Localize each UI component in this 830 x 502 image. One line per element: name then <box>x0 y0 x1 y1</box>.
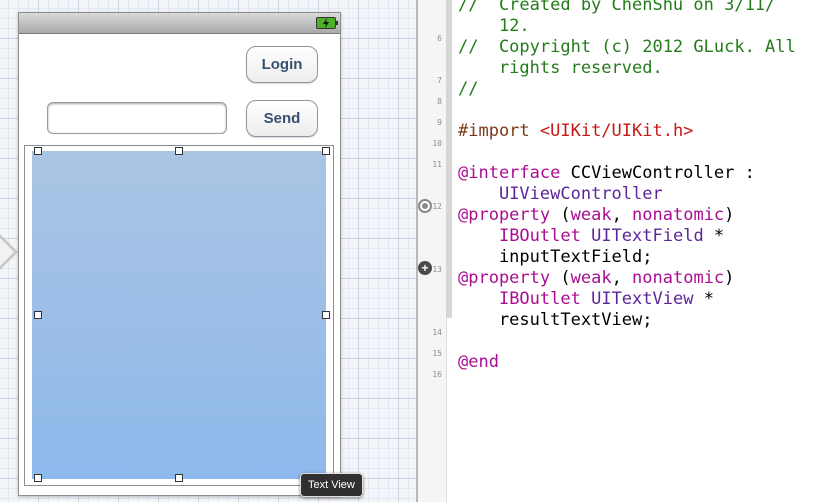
code-line[interactable]: @end <box>458 352 796 373</box>
resize-handle-right[interactable] <box>322 311 330 319</box>
resize-handle-top-right[interactable] <box>322 147 330 155</box>
code-line[interactable] <box>458 373 796 394</box>
code-line[interactable]: @property (weak, nonatomic) <box>458 205 796 226</box>
assistant-code-editor[interactable]: 6 7 8 9 10 11 12 13 14 15 16 + // Create… <box>418 0 830 502</box>
code-token: <UIKit/UIKit.h> <box>539 121 694 141</box>
code-line[interactable] <box>458 331 796 352</box>
login-button[interactable]: Login <box>246 46 318 83</box>
line-number: 12 <box>432 202 442 211</box>
code-token: @interface <box>458 163 561 183</box>
send-button[interactable]: Send <box>246 100 318 137</box>
line-number: 6 <box>437 34 442 43</box>
code-line[interactable]: rights reserved. <box>458 58 796 79</box>
code-token: // <box>458 79 479 99</box>
code-token: ) <box>724 268 735 288</box>
line-number: 10 <box>432 139 442 148</box>
code-token: IBOutlet <box>498 226 581 246</box>
code-token: @property <box>458 268 551 288</box>
code-token: ( <box>550 268 571 288</box>
code-token: #import <box>458 121 540 141</box>
line-number: 15 <box>432 349 442 358</box>
initial-scene-arrow-fill <box>0 238 14 266</box>
code-line[interactable]: IBOutlet UITextField * <box>458 226 796 247</box>
code-token: @property <box>458 205 551 225</box>
code-token: resultTextView; <box>458 310 653 330</box>
resize-handle-left[interactable] <box>34 311 42 319</box>
line-number-gutter: 6 7 8 9 10 11 12 13 14 15 16 + <box>418 0 447 502</box>
text-view-tooltip: Text View <box>300 473 363 497</box>
source-code[interactable]: // Created by ChenShu on 3/11/ 12.// Cop… <box>458 0 796 394</box>
code-token: IBOutlet <box>498 289 581 309</box>
line-number: 11 <box>432 160 442 169</box>
outlet-add-icon[interactable]: + <box>418 261 432 275</box>
code-token: // Copyright (c) 2012 GLuck. All <box>458 37 796 57</box>
change-indicator-bar <box>446 0 452 318</box>
code-token: , <box>611 205 633 225</box>
code-token: CCViewController : <box>560 163 755 183</box>
simulated-status-bar <box>19 13 340 34</box>
outlet-connected-icon[interactable] <box>418 199 432 213</box>
code-line[interactable]: inputTextField; <box>458 247 796 268</box>
resize-handle-bottom[interactable] <box>175 474 183 482</box>
code-token: rights reserved. <box>458 58 663 78</box>
line-number: 8 <box>437 97 442 106</box>
code-token: * <box>703 226 725 246</box>
line-number: 14 <box>432 328 442 337</box>
code-token: ) <box>724 205 735 225</box>
code-token: nonatomic <box>632 205 725 225</box>
resize-handle-top-left[interactable] <box>34 147 42 155</box>
code-token: 12. <box>458 16 530 36</box>
code-token: ( <box>550 205 571 225</box>
code-token: nonatomic <box>632 268 725 288</box>
result-text-view[interactable] <box>32 151 326 479</box>
code-token: UIViewController <box>498 184 663 204</box>
code-token: weak <box>570 268 612 288</box>
battery-charging-icon <box>316 17 338 29</box>
code-token: // Created by ChenShu on 3/11/ <box>458 0 776 15</box>
input-text-field[interactable] <box>47 102 227 134</box>
code-token: * <box>693 289 714 309</box>
code-line[interactable]: @property (weak, nonatomic) <box>458 268 796 289</box>
code-line[interactable]: #import <UIKit/UIKit.h> <box>458 121 796 142</box>
code-line[interactable]: // Copyright (c) 2012 GLuck. All <box>458 37 796 58</box>
code-line[interactable]: // <box>458 79 796 100</box>
code-token: inputTextField; <box>458 247 653 267</box>
code-line[interactable] <box>458 142 796 163</box>
code-token: UITextField <box>591 226 704 246</box>
code-line[interactable]: resultTextView; <box>458 310 796 331</box>
code-line[interactable] <box>458 100 796 121</box>
line-number: 7 <box>437 76 442 85</box>
resize-handle-bottom-left[interactable] <box>34 474 42 482</box>
code-line[interactable]: UIViewController <box>458 184 796 205</box>
view-controller-scene[interactable]: Login Send <box>18 12 341 496</box>
code-line[interactable]: IBOutlet UITextView * <box>458 289 796 310</box>
code-line[interactable]: // Created by ChenShu on 3/11/ <box>458 0 796 16</box>
line-number: 16 <box>432 370 442 379</box>
text-view-selection-frame[interactable] <box>24 145 334 486</box>
line-number: 9 <box>437 118 442 127</box>
code-token: , <box>611 268 633 288</box>
code-token: @end <box>458 352 499 372</box>
code-token: UITextView <box>591 289 694 309</box>
code-token: weak <box>570 205 612 225</box>
code-line[interactable]: 12. <box>458 16 796 37</box>
code-line[interactable]: @interface CCViewController : <box>458 163 796 184</box>
resize-handle-top[interactable] <box>175 147 183 155</box>
line-number: 13 <box>432 265 442 274</box>
